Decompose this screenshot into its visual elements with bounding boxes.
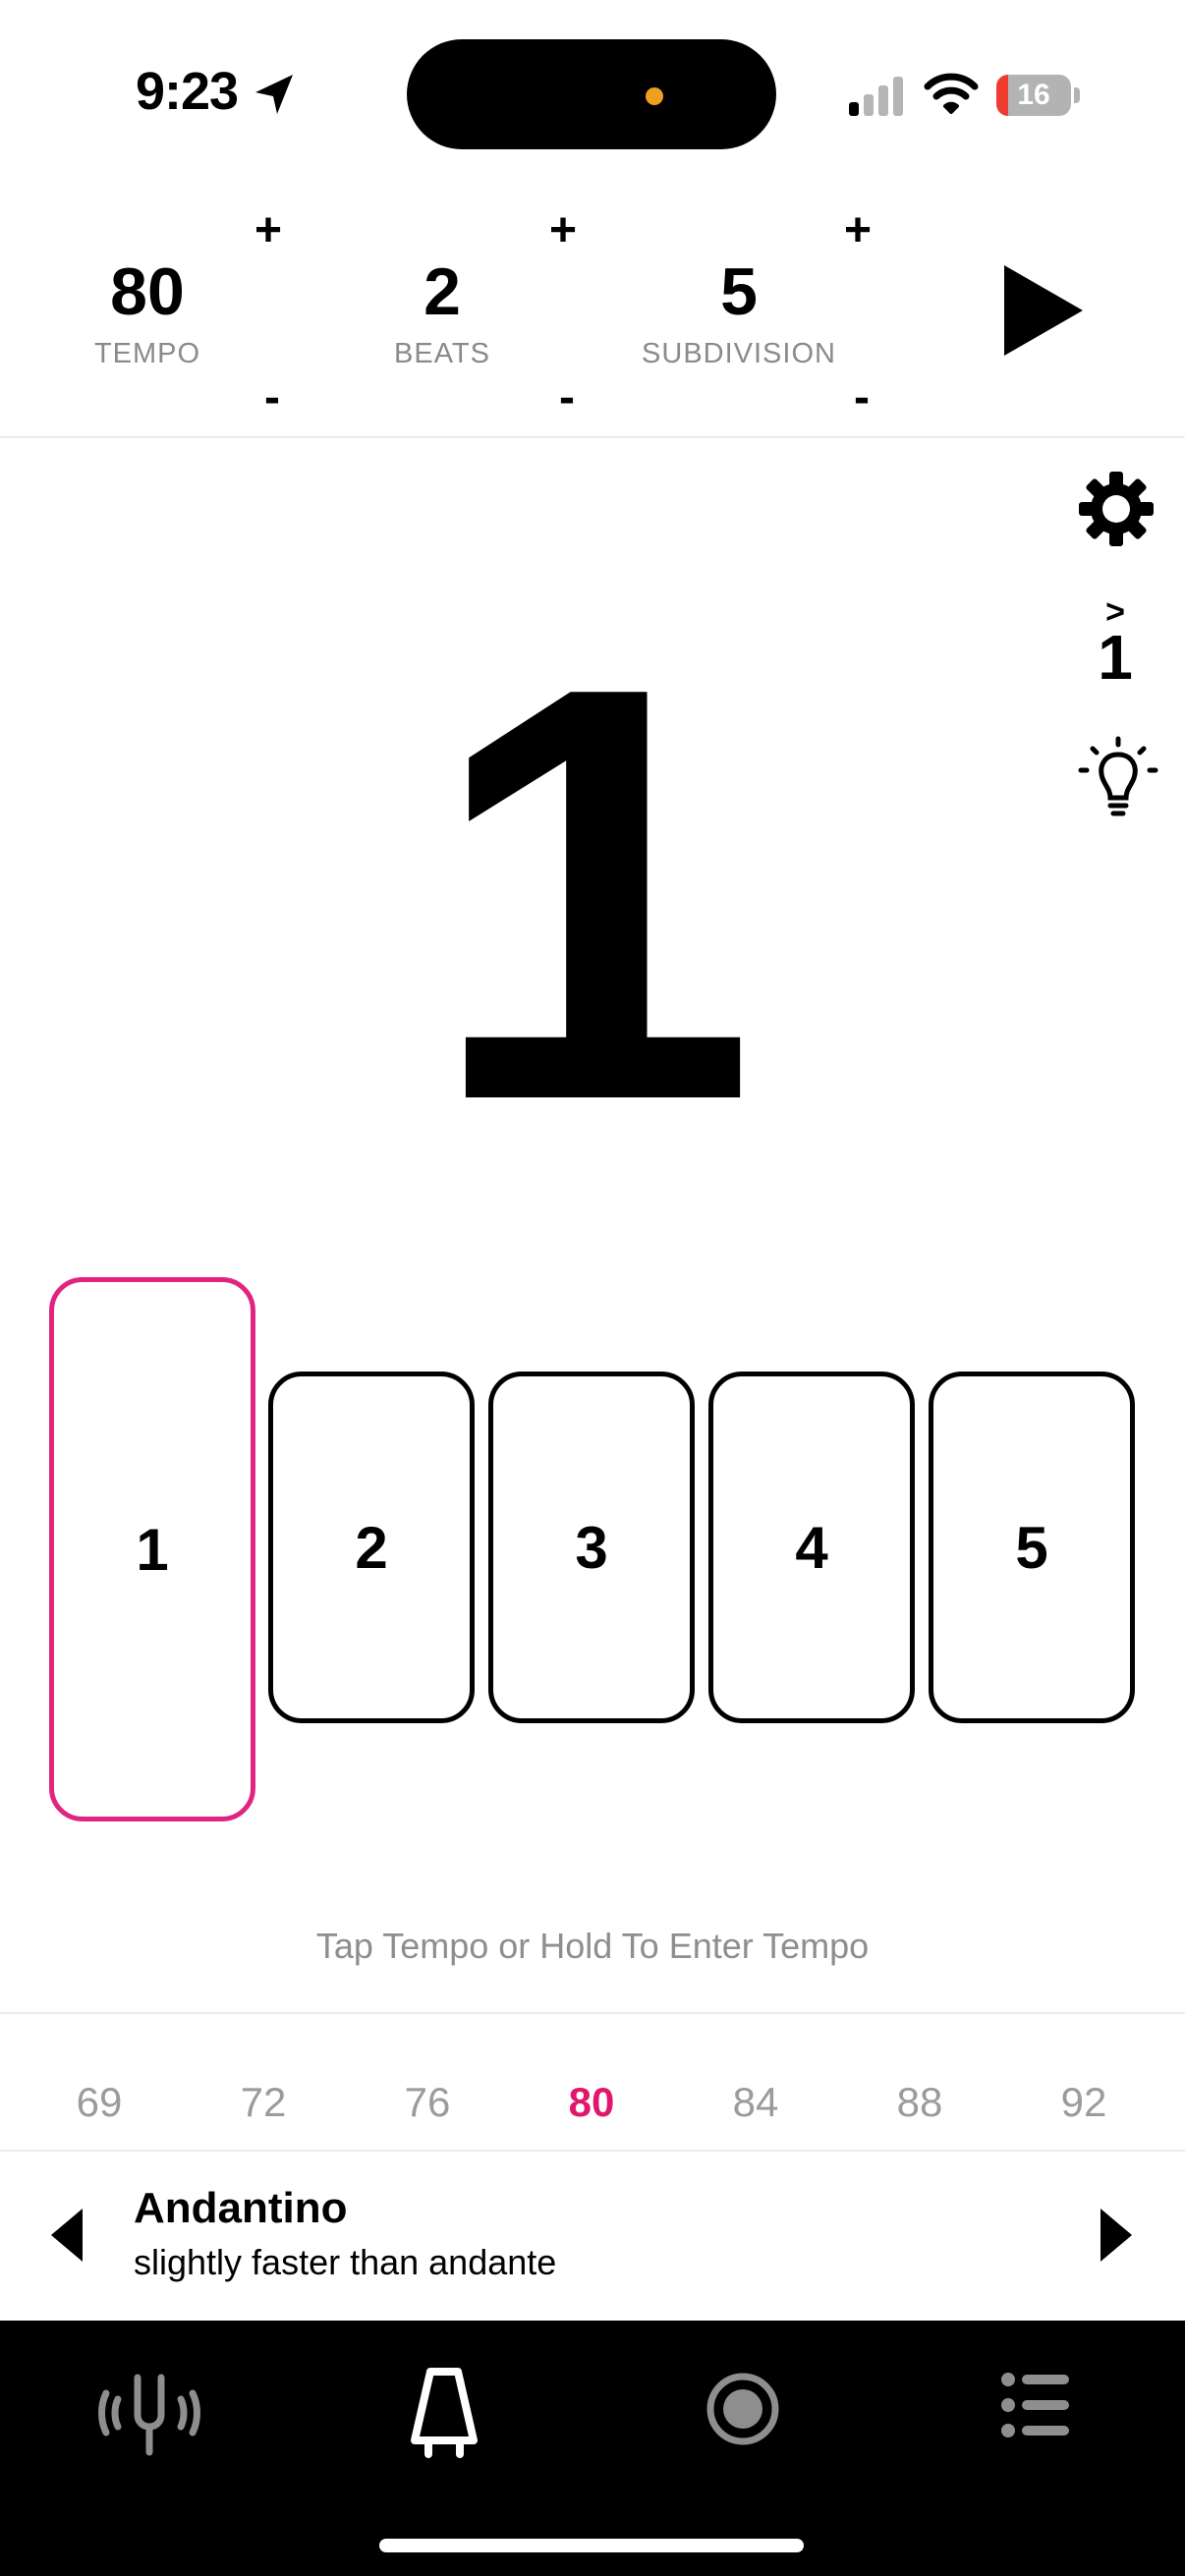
tab-bar <box>0 2321 1185 2576</box>
beat-card-number: 4 <box>795 1514 828 1581</box>
beat-card-number: 1 <box>136 1516 169 1583</box>
list-icon[interactable] <box>1000 2370 1071 2440</box>
beat-card-number: 5 <box>1015 1514 1048 1581</box>
battery-indicator: 16 <box>996 75 1080 116</box>
cellular-signal-icon <box>849 77 903 116</box>
tempo-option[interactable]: 92 <box>1025 2079 1143 2126</box>
tuner-icon[interactable] <box>94 2370 204 2456</box>
location-arrow-icon <box>255 75 293 114</box>
tempo-term-name: Andantino <box>134 2184 348 2232</box>
beat-card[interactable]: 5 <box>929 1372 1135 1723</box>
tempo-strip-bottom-divider <box>0 2150 1185 2152</box>
beat-card-number: 3 <box>575 1514 608 1581</box>
subdivision-plus-button[interactable]: + <box>833 206 882 255</box>
subdivision-value[interactable]: 5 <box>621 253 857 330</box>
next-term-icon[interactable] <box>1100 2209 1132 2262</box>
tempo-option[interactable]: 72 <box>204 2079 322 2126</box>
metronome-icon[interactable] <box>407 2366 481 2460</box>
beat-card-number: 2 <box>355 1514 388 1581</box>
tempo-option[interactable]: 76 <box>368 2079 486 2126</box>
battery-percent: 16 <box>1017 79 1050 111</box>
record-icon[interactable] <box>704 2370 782 2448</box>
privacy-indicator-dot <box>646 87 663 105</box>
beats-value[interactable]: 2 <box>324 253 560 330</box>
beat-card[interactable]: 4 <box>708 1372 915 1723</box>
beats-label: BEATS <box>394 338 490 369</box>
beat-card[interactable]: 3 <box>488 1372 695 1723</box>
previous-term-icon[interactable] <box>51 2209 83 2262</box>
tempo-term-description: slightly faster than andante <box>134 2242 557 2282</box>
accent-first-beat-button[interactable]: > 1 <box>1091 595 1140 693</box>
status-time: 9:23 <box>136 62 239 121</box>
subdivision-label: SUBDIVISION <box>642 338 836 369</box>
tempo-value[interactable]: 80 <box>29 253 265 330</box>
tempo-option-selected[interactable]: 80 <box>533 2079 650 2126</box>
gear-icon[interactable] <box>1077 470 1156 548</box>
tempo-strip-top-divider <box>0 2012 1185 2014</box>
tempo-plus-button[interactable]: + <box>244 206 293 255</box>
tempo-option[interactable]: 88 <box>861 2079 979 2126</box>
accent-number: 1 <box>1098 622 1133 693</box>
beat-card[interactable]: 2 <box>268 1372 475 1723</box>
dynamic-island <box>407 39 776 149</box>
play-icon[interactable] <box>1004 265 1083 356</box>
beat-card[interactable]: 1 <box>49 1277 255 1821</box>
tempo-label: TEMPO <box>93 338 201 369</box>
tempo-option[interactable]: 69 <box>40 2079 158 2126</box>
lightbulb-icon[interactable] <box>1075 735 1161 821</box>
tap-tempo-hint[interactable]: Tap Tempo or Hold To Enter Tempo <box>0 1926 1185 1967</box>
current-beat-number: 1 <box>428 565 757 1223</box>
header-divider <box>0 436 1185 438</box>
beats-plus-button[interactable]: + <box>538 206 588 255</box>
subdivision-minus-button[interactable]: - <box>837 373 886 422</box>
home-indicator <box>379 2539 804 2552</box>
wifi-icon <box>924 73 979 114</box>
tempo-minus-button[interactable]: - <box>248 373 297 422</box>
beats-minus-button[interactable]: - <box>542 373 592 422</box>
tempo-option[interactable]: 84 <box>697 2079 815 2126</box>
